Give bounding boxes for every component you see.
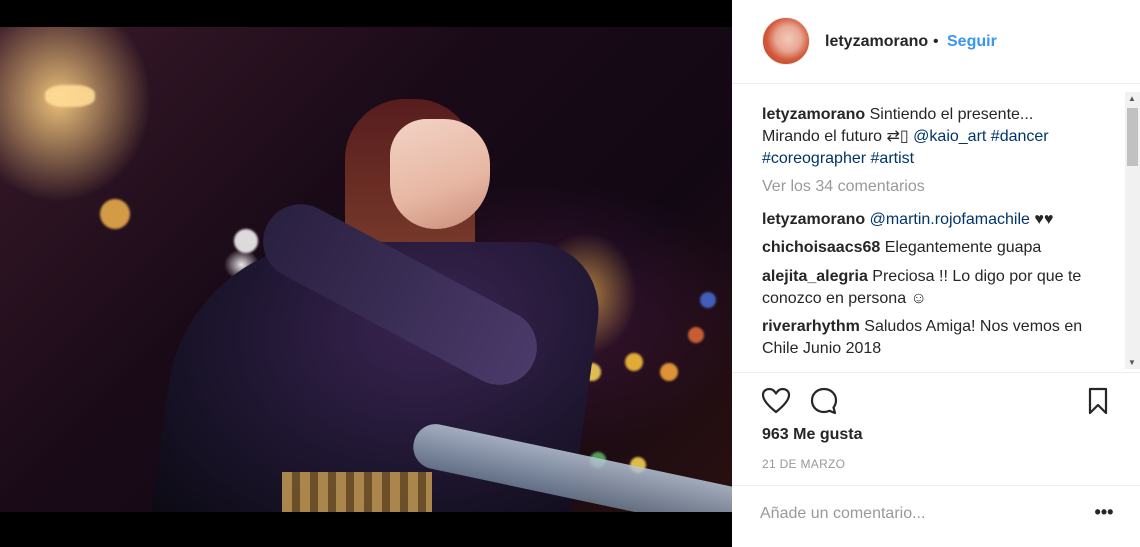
post-date[interactable]: 21 DE MARZO [762, 457, 845, 471]
comment-item: chichoisaacs68 Elegantemente guapa [762, 237, 1122, 259]
follow-button[interactable]: Seguir [947, 33, 997, 51]
caption-username[interactable]: letyzamorano [762, 106, 865, 123]
view-all-comments-link[interactable]: Ver los 34 comentarios [762, 178, 925, 196]
comment-text: Saludos Amiga! Nos vemos en [864, 318, 1083, 335]
comment-item: alejita_alegria Preciosa !! Lo digo por … [762, 266, 1122, 310]
add-comment-bar: ••• [732, 485, 1140, 547]
more-options-icon[interactable]: ••• [1092, 503, 1116, 524]
heart-outline-icon[interactable] [760, 385, 792, 417]
caption-hashtag[interactable]: #dancer [991, 128, 1049, 145]
likes-count[interactable]: 963 Me gusta [762, 426, 862, 444]
comment-username[interactable]: riverarhythm [762, 318, 860, 335]
comment-text-continued: Chile Junio 2018 [762, 340, 882, 357]
bokeh-light [660, 363, 678, 381]
comment-item: letyzamorano @martin.rojofamachile ♥♥ [762, 209, 1122, 231]
bookmark-icon[interactable] [1082, 385, 1114, 417]
comment-input[interactable] [760, 500, 1060, 528]
bokeh-light [700, 292, 716, 308]
bokeh-light [688, 327, 704, 343]
comment-text-continued: conozco en persona ☺ [762, 290, 927, 307]
comment-username[interactable]: alejita_alegria [762, 268, 868, 285]
bokeh-light [625, 353, 643, 371]
comments-list[interactable]: letyzamorano Sintiendo el presente... Mi… [732, 90, 1132, 370]
caption-line2: Mirando el futuro ⇄▯ [762, 128, 914, 145]
comment-username[interactable]: letyzamorano [762, 211, 865, 228]
avatar[interactable] [762, 17, 810, 65]
post-photo-pane [0, 0, 732, 547]
comment-mention[interactable]: @martin.rojofamachile [870, 211, 1030, 228]
bokeh-light [100, 199, 130, 229]
comment-text: ♥♥ [1029, 211, 1054, 228]
post-actions [732, 372, 1140, 430]
caption-line1: Sintiendo el presente... [869, 106, 1034, 123]
caption-hashtag[interactable]: #artist [871, 150, 915, 167]
caption-hashtag[interactable]: #coreographer [762, 150, 866, 167]
bench [282, 472, 432, 512]
comment-text: Elegantemente guapa [884, 239, 1042, 256]
scrollbar-thumb[interactable] [1127, 108, 1138, 166]
comment-username[interactable]: chichoisaacs68 [762, 239, 880, 256]
woman-face [390, 119, 490, 229]
speech-bubble-icon[interactable] [808, 385, 840, 417]
post-photo[interactable] [0, 27, 732, 512]
comments-scrollbar[interactable]: ▲ ▼ [1125, 92, 1140, 369]
caption-mention[interactable]: @kaio_art [913, 128, 986, 145]
post-username[interactable]: letyzamorano [825, 33, 928, 51]
bokeh-light [45, 85, 95, 107]
caption: letyzamorano Sintiendo el presente... Mi… [762, 104, 1122, 170]
post-header: letyzamorano • Seguir [732, 0, 1140, 84]
comment-item: riverarhythm Saludos Amiga! Nos vemos en… [762, 316, 1122, 360]
bokeh-light [234, 229, 258, 253]
separator-dot: • [933, 33, 939, 50]
comment-text: Preciosa !! Lo digo por que te [872, 268, 1082, 285]
scroll-up-arrow-icon[interactable]: ▲ [1128, 94, 1136, 103]
scroll-down-arrow-icon[interactable]: ▼ [1128, 358, 1136, 367]
post-side-panel: letyzamorano • Seguir letyzamorano Sinti… [732, 0, 1140, 547]
